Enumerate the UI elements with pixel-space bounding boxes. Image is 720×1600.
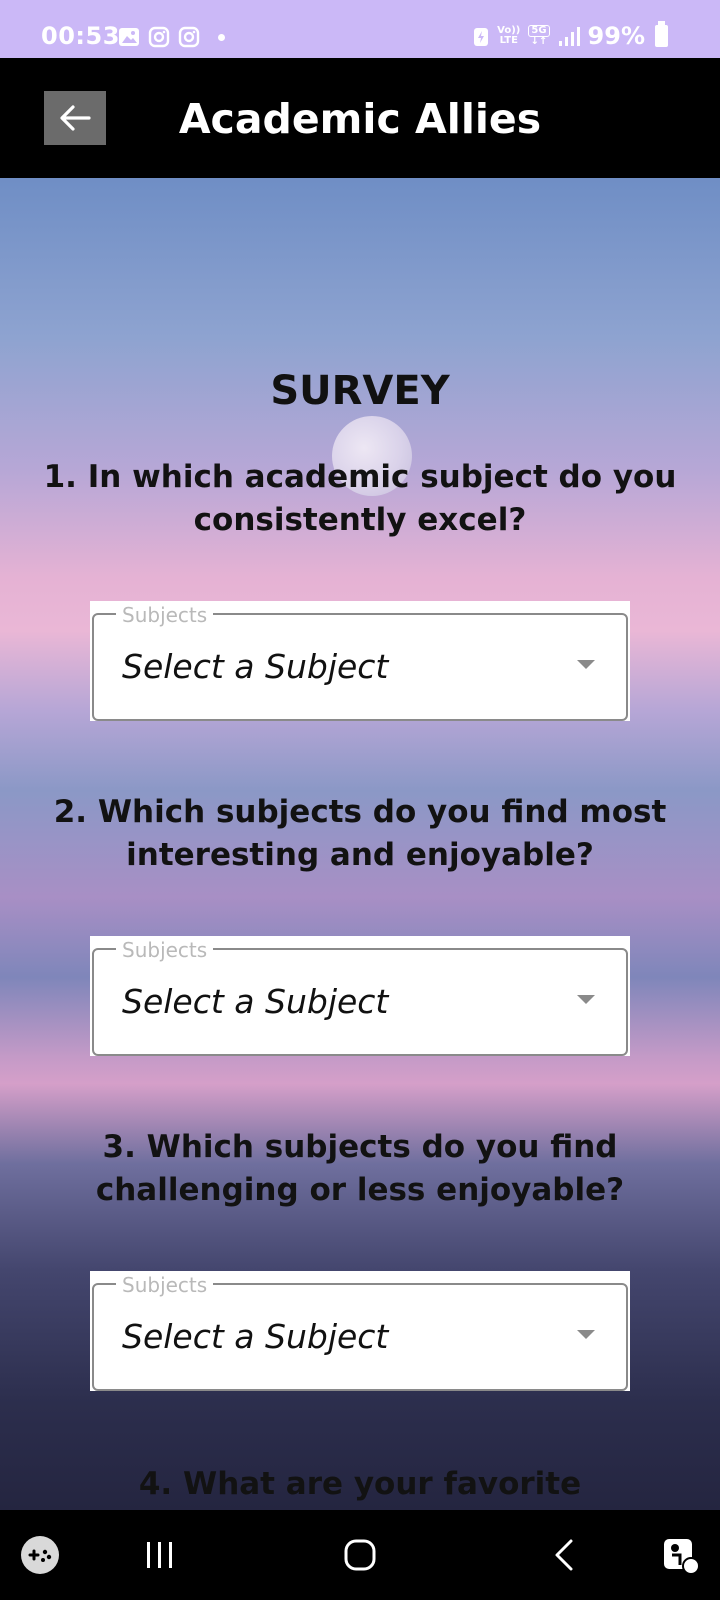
back-nav-button[interactable]: [534, 1510, 594, 1600]
battery-percent: 99%: [587, 22, 645, 50]
home-icon: [344, 1539, 376, 1571]
accessibility-button[interactable]: [656, 1510, 704, 1600]
chevron-left-icon: [555, 1539, 573, 1571]
signal-icon: [558, 27, 580, 46]
question-4-text: 4. What are your favorite: [138, 1466, 582, 1502]
question-1-text: 1. In which academic subject do you cons…: [43, 459, 677, 538]
gallery-icon: [119, 28, 139, 46]
navigation-bar: [0, 1510, 720, 1600]
volte-indicator: Vo)) LTE: [497, 25, 521, 46]
dropdown-arrow-icon: [577, 995, 595, 1004]
subject-dropdown-2[interactable]: Subjects Select a Subject: [90, 936, 630, 1056]
notification-icons: [118, 26, 225, 48]
system-status-icons: Vo)) LTE 5G ↓↑ 99%: [473, 21, 668, 50]
subject-dropdown-3[interactable]: Subjects Select a Subject: [90, 1271, 630, 1391]
battery-saver-icon: [474, 28, 489, 46]
game-tools-button[interactable]: [18, 1510, 62, 1600]
battery-icon: [655, 21, 668, 47]
game-controller-icon: [21, 1536, 59, 1574]
subject-dropdown-1[interactable]: Subjects Select a Subject: [90, 601, 630, 721]
status-bar: 00:53 Vo)) LTE 5G ↓↑ 99%: [0, 0, 720, 58]
recents-icon: [147, 1542, 172, 1568]
app-title: Academic Allies: [178, 95, 542, 143]
dropdown-arrow-icon: [577, 1330, 595, 1339]
dropdown-label: Subjects: [116, 1273, 214, 1297]
instagram-icon: [178, 26, 200, 48]
dropdown-arrow-icon: [577, 660, 595, 669]
question-2-text: 2. Which subjects do you find most inter…: [53, 794, 667, 873]
home-button[interactable]: [330, 1510, 390, 1600]
dropdown-value: Select a Subject: [122, 1317, 389, 1356]
survey-title: SURVEY: [270, 368, 450, 414]
dropdown-value: Select a Subject: [122, 982, 389, 1021]
dropdown-value: Select a Subject: [122, 647, 389, 686]
more-notifications-dot: [218, 33, 225, 41]
survey-content[interactable]: SURVEY 1. In which academic subject do y…: [0, 178, 720, 1510]
dropdown-label: Subjects: [116, 938, 214, 962]
recents-button[interactable]: [130, 1510, 190, 1600]
app-bar: Academic Allies: [0, 58, 720, 178]
question-3-text: 3. Which subjects do you find challengin…: [95, 1129, 625, 1208]
dropdown-label: Subjects: [116, 603, 214, 627]
5g-indicator: 5G ↓↑: [528, 25, 550, 47]
accessibility-icon: [664, 1539, 700, 1575]
instagram-icon: [148, 26, 170, 48]
status-time: 00:53: [41, 22, 120, 50]
